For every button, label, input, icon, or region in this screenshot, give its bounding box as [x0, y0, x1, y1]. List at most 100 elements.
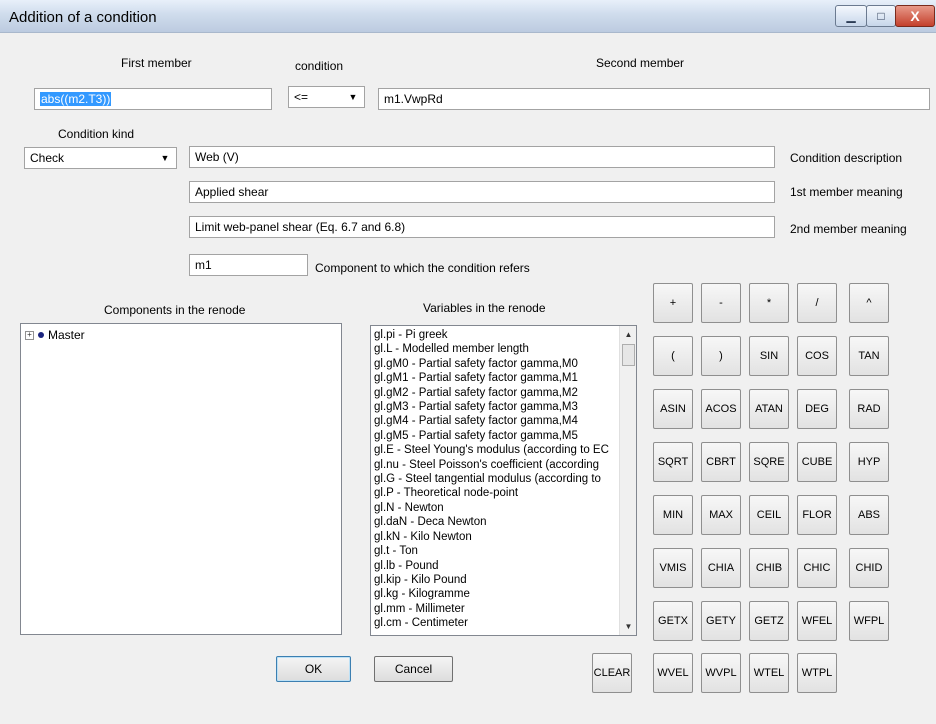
keypad-button-atan[interactable]: ATAN — [749, 389, 789, 429]
keypad-button-cbrt[interactable]: CBRT — [701, 442, 741, 482]
tree-item-master[interactable]: + Master — [25, 328, 85, 342]
keypad-button-wfel[interactable]: WFEL — [797, 601, 837, 641]
maximize-button[interactable]: □ — [866, 5, 896, 27]
list-item[interactable]: gl.L - Modelled member length — [374, 342, 618, 356]
list-item[interactable]: gl.pi - Pi greek — [374, 328, 618, 342]
component-input[interactable]: m1 — [189, 254, 308, 276]
list-item[interactable]: gl.E - Steel Young's modulus (according … — [374, 443, 618, 457]
second-member-meaning-value: Limit web-panel shear (Eq. 6.7 and 6.8) — [195, 220, 406, 234]
keypad-button-ceil[interactable]: CEIL — [749, 495, 789, 535]
keypad-button-wvpl[interactable]: WVPL — [701, 653, 741, 693]
keypad-button-asin[interactable]: ASIN — [653, 389, 693, 429]
keypad-button-getz[interactable]: GETZ — [749, 601, 789, 641]
variables-list[interactable]: gl.pi - Pi greek gl.L - Modelled member l… — [370, 325, 637, 636]
keypad-button-sin[interactable]: SIN — [749, 336, 789, 376]
second-member-input[interactable]: m1.VwpRd — [378, 88, 930, 110]
list-item[interactable]: gl.gM2 - Partial safety factor gamma,M2 — [374, 386, 618, 400]
keypad-button-chid[interactable]: CHID — [849, 548, 889, 588]
keypad-button-wfpl[interactable]: WFPL — [849, 601, 889, 641]
list-item[interactable]: gl.gM1 - Partial safety factor gamma,M1 — [374, 371, 618, 385]
first-member-meaning-label: 1st member meaning — [790, 185, 903, 199]
chevron-down-icon: ▼ — [348, 92, 358, 102]
keypad-button-cube[interactable]: CUBE — [797, 442, 837, 482]
condition-kind-select[interactable]: Check ▼ — [24, 147, 177, 169]
keypad-button-tan[interactable]: TAN — [849, 336, 889, 376]
keypad-button-plus[interactable]: + — [653, 283, 693, 323]
title-bar: Addition of a condition ▁ □ X — [0, 0, 936, 33]
list-item[interactable]: gl.N - Newton — [374, 501, 618, 515]
keypad-button-gety[interactable]: GETY — [701, 601, 741, 641]
keypad-button-deg[interactable]: DEG — [797, 389, 837, 429]
scroll-up-icon[interactable]: ▲ — [620, 326, 636, 343]
list-item[interactable]: gl.nu - Steel Poisson's coefficient (acc… — [374, 458, 618, 472]
first-member-value: abs((m2.T3)) — [40, 92, 112, 106]
keypad-button-abs[interactable]: ABS — [849, 495, 889, 535]
keypad-button-minus[interactable]: - — [701, 283, 741, 323]
list-item[interactable]: gl.kg - Kilogramme — [374, 587, 618, 601]
bullet-icon — [38, 332, 44, 338]
scroll-down-icon[interactable]: ▼ — [620, 618, 636, 635]
keypad-button-cos[interactable]: COS — [797, 336, 837, 376]
clear-button[interactable]: CLEAR — [592, 653, 632, 693]
window-title: Addition of a condition — [9, 9, 157, 26]
keypad-button-wvel[interactable]: WVEL — [653, 653, 693, 693]
component-value: m1 — [195, 258, 212, 272]
keypad-button-rad[interactable]: RAD — [849, 389, 889, 429]
keypad-button-multiply[interactable]: * — [749, 283, 789, 323]
condition-description-input[interactable]: Web (V) — [189, 146, 775, 168]
list-item[interactable]: gl.G - Steel tangential modulus (accordi… — [374, 472, 618, 486]
list-item[interactable]: gl.t - Ton — [374, 544, 618, 558]
list-item[interactable]: gl.kip - Kilo Pound — [374, 573, 618, 587]
list-item[interactable]: gl.lb - Pound — [374, 559, 618, 573]
second-member-label: Second member — [596, 56, 685, 70]
condition-value: <= — [294, 90, 309, 104]
list-item[interactable]: gl.gM4 - Partial safety factor gamma,M4 — [374, 414, 618, 428]
cancel-button[interactable]: Cancel — [374, 656, 453, 682]
list-item[interactable]: gl.gM5 - Partial safety factor gamma,M5 — [374, 429, 618, 443]
keypad-button-max[interactable]: MAX — [701, 495, 741, 535]
list-item[interactable]: gl.gM3 - Partial safety factor gamma,M3 — [374, 400, 618, 414]
variables-panel-label: Variables in the renode — [423, 301, 546, 315]
close-button[interactable]: X — [895, 5, 935, 27]
keypad-button-chic[interactable]: CHIC — [797, 548, 837, 588]
list-item[interactable]: gl.gM0 - Partial safety factor gamma,M0 — [374, 357, 618, 371]
list-item[interactable]: gl.kN - Kilo Newton — [374, 530, 618, 544]
list-item[interactable]: gl.cm - Centimeter — [374, 616, 618, 630]
first-member-meaning-value: Applied shear — [195, 185, 269, 199]
list-item[interactable]: gl.daN - Deca Newton — [374, 515, 618, 529]
keypad-button-hyp[interactable]: HYP — [849, 442, 889, 482]
keypad-button-min[interactable]: MIN — [653, 495, 693, 535]
chevron-down-icon: ▼ — [160, 153, 170, 163]
keypad-button-getx[interactable]: GETX — [653, 601, 693, 641]
second-member-meaning-input[interactable]: Limit web-panel shear (Eq. 6.7 and 6.8) — [189, 216, 775, 238]
keypad-button-wtel[interactable]: WTEL — [749, 653, 789, 693]
expand-icon[interactable]: + — [25, 330, 34, 340]
keypad-button-close-paren[interactable]: ) — [701, 336, 741, 376]
condition-description-value: Web (V) — [195, 150, 239, 164]
ok-button[interactable]: OK — [276, 656, 351, 682]
condition-description-label: Condition description — [790, 151, 903, 165]
keypad-button-chia[interactable]: CHIA — [701, 548, 741, 588]
keypad-button-sqrt[interactable]: SQRT — [653, 442, 693, 482]
keypad-button-power[interactable]: ^ — [849, 283, 889, 323]
scroll-thumb[interactable] — [622, 344, 635, 366]
condition-select[interactable]: <= ▼ — [288, 86, 365, 108]
keypad-button-flor[interactable]: FLOR — [797, 495, 837, 535]
keypad-button-vmis[interactable]: VMIS — [653, 548, 693, 588]
keypad-button-divide[interactable]: / — [797, 283, 837, 323]
keypad-button-open-paren[interactable]: ( — [653, 336, 693, 376]
first-member-input[interactable]: abs((m2.T3)) — [34, 88, 272, 110]
keypad-button-wtpl[interactable]: WTPL — [797, 653, 837, 693]
variables-scrollbar[interactable]: ▲ ▼ — [619, 326, 636, 635]
list-item[interactable]: gl.mm - Millimeter — [374, 602, 618, 616]
list-item[interactable]: gl.P - Theoretical node-point — [374, 486, 618, 500]
components-tree[interactable]: + Master — [20, 323, 342, 635]
components-panel-label: Components in the renode — [104, 303, 246, 317]
variables-items: gl.pi - Pi greek gl.L - Modelled member l… — [374, 328, 618, 631]
keypad-button-sqre[interactable]: SQRE — [749, 442, 789, 482]
minimize-button[interactable]: ▁ — [835, 5, 867, 27]
condition-kind-value: Check — [30, 151, 65, 165]
keypad-button-acos[interactable]: ACOS — [701, 389, 741, 429]
first-member-meaning-input[interactable]: Applied shear — [189, 181, 775, 203]
keypad-button-chib[interactable]: CHIB — [749, 548, 789, 588]
